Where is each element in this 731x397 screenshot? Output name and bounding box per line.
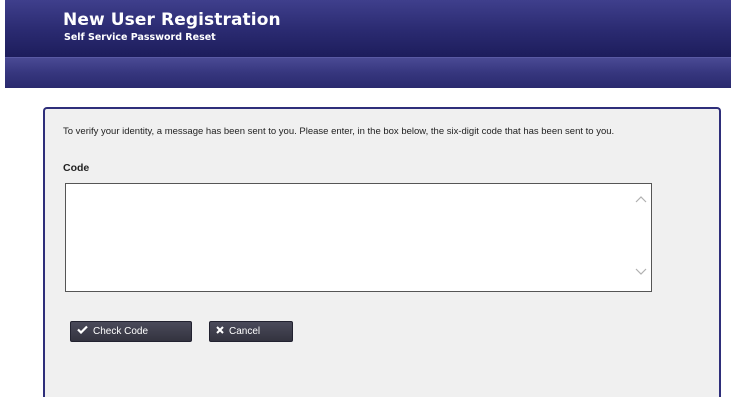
verification-panel: To verify your identity, a message has b… (43, 107, 721, 397)
chevron-down-icon[interactable] (635, 268, 647, 278)
page-title: New User Registration (63, 10, 281, 30)
code-input[interactable] (66, 184, 631, 291)
check-code-button-label: Check Code (93, 326, 149, 337)
navigation-bar (5, 57, 731, 88)
cancel-button-label: Cancel (229, 326, 261, 337)
instructions-text: To verify your identity, a message has b… (63, 126, 615, 137)
checkmark-icon (77, 322, 88, 341)
x-icon (216, 322, 224, 341)
code-label: Code (63, 162, 90, 174)
code-input-scrollbar[interactable] (631, 184, 651, 291)
code-input-box (65, 183, 652, 292)
cancel-button[interactable]: Cancel (209, 321, 293, 342)
check-code-button[interactable]: Check Code (70, 321, 192, 342)
page-header: New User Registration Self Service Passw… (5, 0, 731, 57)
page-subtitle: Self Service Password Reset (64, 32, 216, 43)
chevron-up-icon[interactable] (635, 195, 647, 205)
